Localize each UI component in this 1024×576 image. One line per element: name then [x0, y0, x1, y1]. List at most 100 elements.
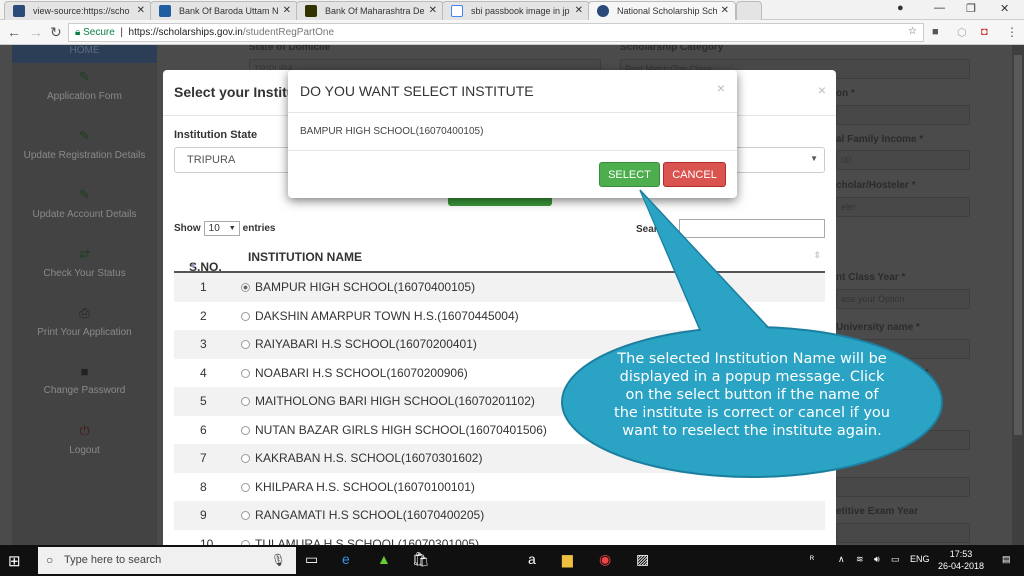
url-input[interactable]: 🔒︎ Secure | https://scholarships.gov.in/… [68, 23, 924, 42]
table-row[interactable]: 2 DAKSHIN AMARPUR TOWN H.S.(16070445004) [174, 302, 825, 331]
people-icon[interactable]: ᴿ [810, 554, 814, 564]
table-row[interactable]: 9 RANGAMATI H.S SCHOOL(16070400205) [174, 501, 825, 530]
sort-asc-icon: ▲ [189, 260, 197, 269]
bank-baroda-icon [159, 5, 171, 17]
table-header: S.NO. ▲ INSTITUTION NAME ⇕ [174, 240, 825, 274]
callout-text: The selected Institution Name will be di… [614, 351, 890, 439]
source-icon [13, 5, 25, 17]
sidebar-item-print[interactable]: ⎙ Print Your Application [12, 299, 157, 358]
bookmark-star-icon[interactable]: ☆ [908, 26, 917, 37]
close-icon[interactable]: × [818, 82, 826, 98]
confirm-title: DO YOU WANT SELECT INSTITUTE [300, 83, 534, 99]
sidebar-item-check-status[interactable]: ⇄ Check Your Status [12, 240, 157, 299]
close-tab-icon[interactable]: ✕ [575, 5, 583, 16]
institution-radio[interactable] [241, 397, 250, 406]
institution-radio[interactable] [241, 454, 250, 463]
table-row[interactable]: 1 BAMPUR HIGH SCHOOL(16070400105) [174, 273, 825, 302]
menu-icon[interactable]: ⋮ [1006, 25, 1018, 39]
close-tab-icon[interactable]: ✕ [429, 5, 437, 16]
income-field: 00 [836, 150, 970, 170]
minimize-icon[interactable]: — [934, 2, 945, 14]
language-indicator[interactable]: ENG [910, 554, 930, 564]
sort-icon: ⇕ [813, 250, 821, 260]
google-icon [451, 5, 463, 17]
close-tab-icon[interactable]: ✕ [137, 5, 145, 16]
wifi-icon[interactable]: ≋ [856, 554, 864, 565]
close-tab-icon[interactable]: ✕ [283, 5, 291, 16]
chevron-up-icon[interactable]: ∧ [838, 554, 845, 565]
browser-tab[interactable]: Bank Of Baroda Uttam N ✕ [150, 1, 298, 20]
browser-tab[interactable]: Bank Of Maharashtra De ✕ [296, 1, 444, 20]
battery-icon[interactable]: ▭ [891, 554, 900, 565]
browser-tab[interactable]: sbi passbook image in jp ✕ [442, 1, 590, 20]
confirm-dialog: DO YOU WANT SELECT INSTITUTE × BAMPUR HI… [288, 70, 737, 198]
institution-radio[interactable] [241, 340, 250, 349]
select-button[interactable]: SELECT [599, 162, 660, 187]
entries-control: Show 10 ▼ entries [174, 221, 276, 236]
hosteler-select: eler [836, 197, 970, 217]
institution-radio[interactable] [241, 511, 250, 520]
profile-icon[interactable]: ● [897, 2, 904, 14]
sidebar-item-change-password[interactable]: ■ Change Password [12, 358, 157, 417]
new-tab-button[interactable] [736, 1, 762, 20]
taskbar: ⊞ ○ Type here to search 🎙︎ ▭ e ▲ 🛍︎ a ▆ ◉ … [0, 545, 1024, 576]
browser-tab[interactable]: view-source:https://scho ✕ [4, 1, 152, 20]
edit-icon: ✎ [79, 187, 90, 202]
app-icon[interactable]: ▲ [377, 551, 391, 567]
windows-start-icon[interactable]: ⊞ [8, 552, 21, 570]
scrollbar[interactable] [1012, 45, 1024, 545]
task-view-icon[interactable]: ▭ [305, 551, 318, 568]
edge-icon[interactable]: e [342, 551, 350, 567]
institution-radio[interactable] [241, 482, 250, 492]
restore-icon[interactable]: ❐ [966, 2, 976, 15]
cancel-button[interactable]: CANCEL [663, 162, 726, 187]
exam-year-field [836, 523, 970, 543]
divider [288, 112, 737, 113]
institution-radio[interactable] [241, 311, 250, 321]
class-year-select: ase your Option [836, 289, 970, 309]
table-row[interactable]: 7 KAKRABAN H.S. SCHOOL(16070301602) [174, 444, 825, 473]
notifications-icon[interactable]: ▤ [1002, 554, 1011, 565]
sidebar-item-application-form[interactable]: ✎ Application Form [12, 63, 157, 122]
bank-maharashtra-icon [305, 5, 317, 17]
chrome-icon[interactable]: ◉ [599, 551, 611, 568]
table-row[interactable]: 8 KHILPARA H.S. SCHOOL(16070100101) [174, 473, 825, 502]
scrollbar-thumb[interactable] [1014, 55, 1022, 435]
amazon-icon[interactable]: a [528, 551, 536, 567]
extension-icon[interactable]: ⬡ [957, 26, 967, 39]
sidebar-item-update-registration[interactable]: ✎ Update Registration Details [12, 122, 157, 181]
form-field [836, 477, 970, 497]
store-icon[interactable]: 🛍︎ [412, 551, 430, 568]
back-icon[interactable]: ← [7, 24, 21, 40]
sidebar-item-logout[interactable]: ⏻ Logout [12, 417, 157, 476]
volume-icon[interactable]: 🔊︎ [874, 554, 880, 565]
institution-radio[interactable] [241, 425, 250, 435]
close-tab-icon[interactable]: ✕ [721, 5, 729, 16]
search-input[interactable] [679, 219, 825, 238]
sidebar-item-home[interactable]: HOME [12, 45, 157, 63]
microphone-icon: 🎙︎ [270, 553, 286, 567]
clock[interactable]: 17:53 26-04-2018 [938, 548, 984, 572]
close-window-icon[interactable]: ✕ [1000, 2, 1009, 15]
entries-select[interactable]: 10 ▼ [203, 221, 240, 236]
table-row[interactable]: 10 TULAMURA H.S SCHOOL(16070301005) [174, 530, 825, 545]
file-explorer-icon[interactable]: ▆ [562, 551, 573, 568]
browser-tab-active[interactable]: National Scholarship Sch ✕ [588, 1, 736, 20]
extension-icon[interactable]: ◘ [981, 26, 988, 38]
lock-icon: ■ [80, 364, 89, 379]
tab-strip: view-source:https://scho ✕ Bank Of Baroda… [0, 0, 1024, 20]
column-institution-name[interactable]: INSTITUTION NAME [248, 250, 362, 264]
reload-icon[interactable]: ↻ [50, 24, 62, 41]
forward-icon[interactable]: → [29, 24, 43, 40]
institution-radio[interactable] [241, 283, 250, 292]
institution-radio[interactable] [241, 368, 250, 378]
sidebar-item-update-account[interactable]: ✎ Update Account Details [12, 181, 157, 240]
photos-icon[interactable]: ▨ [636, 551, 649, 568]
sidebar: HOME ✎ Application Form ✎ Update Registrat… [12, 45, 157, 545]
scholarship-icon [597, 5, 609, 17]
edit-icon: ✎ [79, 69, 90, 84]
taskbar-search[interactable]: ○ Type here to search 🎙︎ [38, 547, 296, 574]
close-icon[interactable]: × [717, 80, 725, 96]
extension-icon[interactable]: ■ [932, 26, 939, 38]
chevron-down-icon: ▼ [810, 154, 818, 163]
